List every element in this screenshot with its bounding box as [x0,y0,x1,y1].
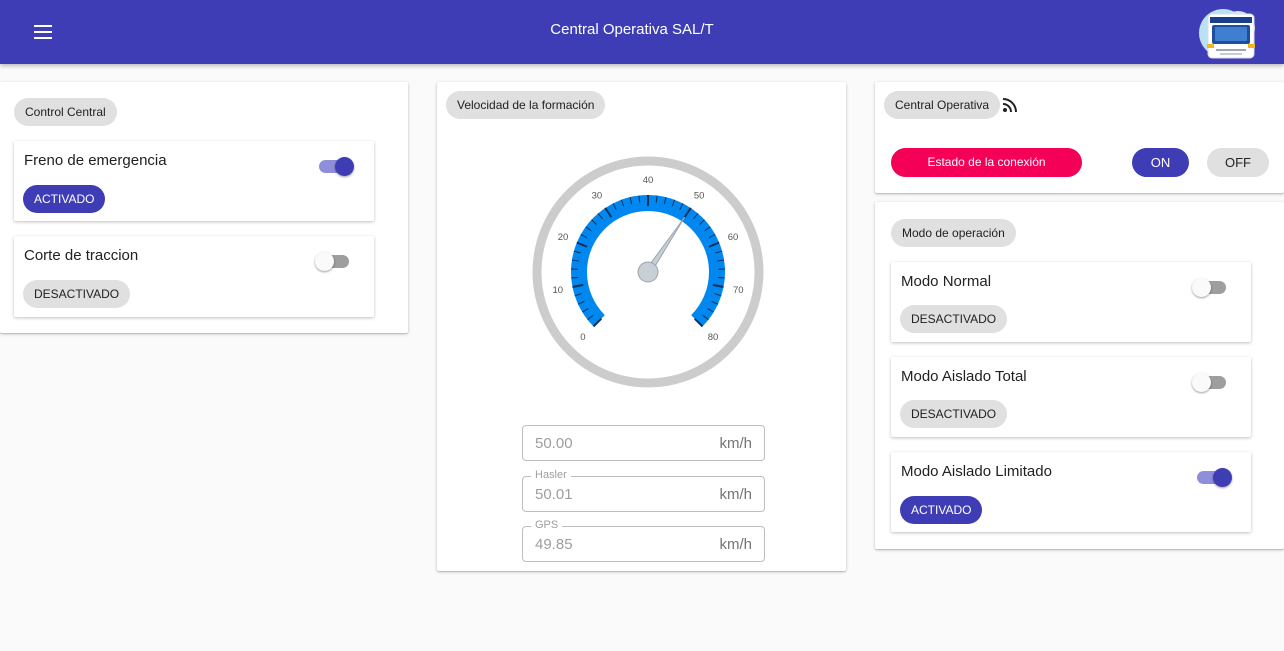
freno-emergencia-toggle[interactable] [318,157,354,177]
modo-aislado-total-label: Modo Aislado Total [901,368,1027,385]
corte-traccion-item: Corte de traccion DESACTIVADO [14,236,374,317]
gps-unit: km/h [719,536,752,553]
gauge-tick-label: 50 [694,191,705,202]
hasler-label: Hasler [531,469,571,481]
gps-field[interactable]: GPS 49.85 km/h [522,519,765,562]
velocidad-chip: Velocidad de la formación [446,91,606,119]
train-logo [1199,9,1255,59]
modo-normal-label: Modo Normal [901,273,992,290]
modo-aislado-limitado-item: Modo Aislado Limitado ACTIVADO [891,452,1251,532]
speed-field[interactable]: 50.00 km/h [522,425,765,461]
gauge-tick-label: 80 [708,332,719,343]
gauge-tick-label: 10 [552,285,563,296]
control-central-chip: Control Central [14,98,117,126]
gauge-tick-label: 60 [728,232,739,243]
hasler-unit: km/h [719,486,752,503]
gps-label: GPS [531,519,563,531]
connection-status-button[interactable]: Estado de la conexión [891,148,1082,177]
modo-aislado-limitado-toggle[interactable] [1196,468,1232,488]
on-button[interactable]: ON [1132,148,1189,177]
rss-feed-icon [1002,98,1017,113]
gauge-tick-label: 20 [558,232,569,243]
speed-value: 50.00 [535,435,573,452]
hasler-value: 50.01 [535,486,573,503]
freno-emergencia-label: Freno de emergencia [24,152,167,169]
gauge-tick-label: 30 [592,191,603,202]
app-title: Central Operativa SAL/T [550,21,714,38]
modo-normal-status: DESACTIVADO [900,305,1008,333]
hasler-field[interactable]: Hasler 50.01 km/h [522,469,765,512]
modo-aislado-limitado-status: ACTIVADO [900,496,983,524]
modo-aislado-total-status: DESACTIVADO [900,400,1008,428]
corte-traccion-label: Corte de traccion [24,247,139,264]
modo-aislado-limitado-label: Modo Aislado Limitado [901,463,1052,480]
modo-aislado-total-toggle[interactable] [1192,373,1228,393]
central-operativa-card: Central Operativa Estado de la conexión … [875,82,1284,193]
speed-unit: km/h [719,435,752,452]
corte-traccion-status: DESACTIVADO [23,280,131,308]
speed-gauge: 0 10 20 30 40 50 60 70 80 [532,156,764,388]
gauge-minor-tick [717,276,725,279]
gauge-tick-label: 40 [643,175,654,186]
corte-traccion-toggle[interactable] [315,252,351,272]
freno-emergencia-item: Freno de emergencia ACTIVADO [14,141,374,221]
central-operativa-chip: Central Operativa [884,91,1001,119]
modo-operacion-card: Modo de operación Modo Normal DESACTIVAD… [875,202,1284,549]
gps-value: 49.85 [535,536,573,553]
modo-aislado-total-item: Modo Aislado Total DESACTIVADO [891,357,1251,437]
velocidad-card: Velocidad de la formación 0 10 20 30 40 50 60 7… [437,82,846,571]
gauge-tick-label: 70 [733,285,744,296]
gauge-minor-tick [571,276,579,279]
freno-emergencia-status: ACTIVADO [23,185,106,213]
control-central-card: Control Central Freno de emergencia ACTI… [0,82,408,333]
modo-normal-toggle[interactable] [1192,278,1228,298]
off-button[interactable]: OFF [1207,148,1269,177]
gauge-tick-label: 0 [580,332,585,343]
modo-normal-item: Modo Normal DESACTIVADO [891,262,1251,342]
gauge-hub [637,261,659,283]
app-bar: Central Operativa SAL/T [0,0,1284,64]
modo-operacion-chip: Modo de operación [891,219,1016,247]
